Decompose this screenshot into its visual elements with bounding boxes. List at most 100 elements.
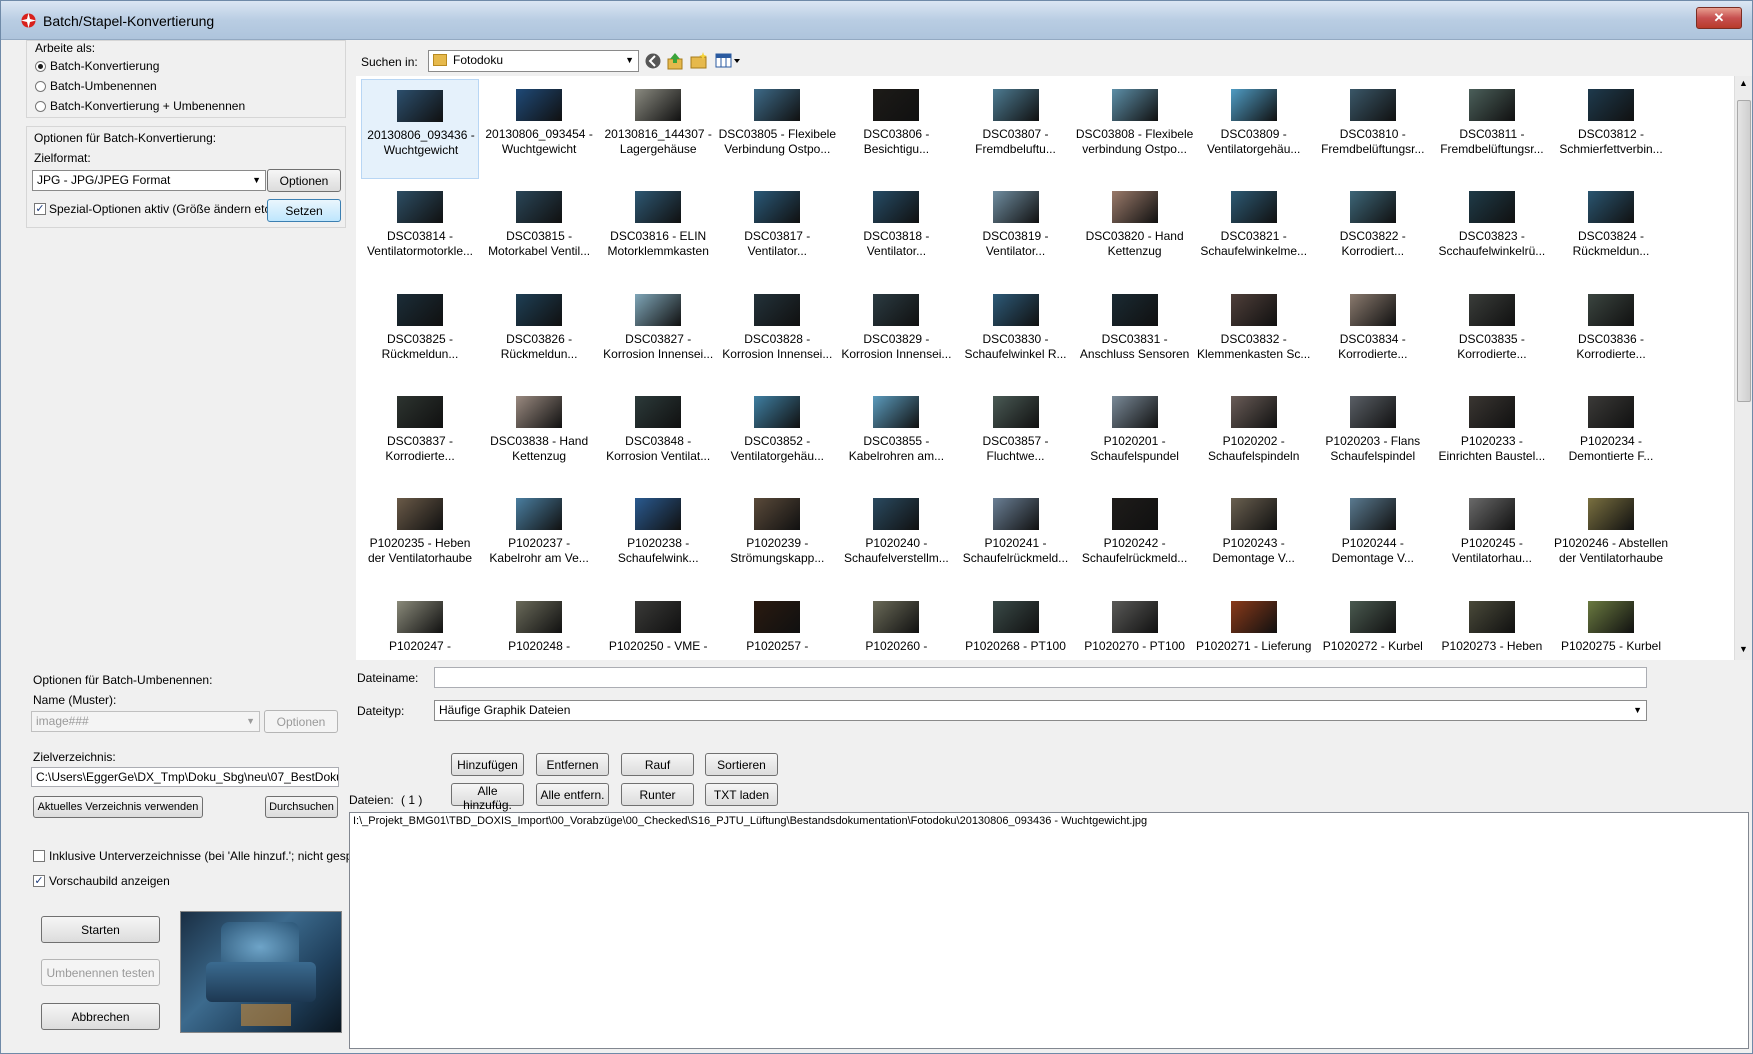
filetype-select[interactable]: Häufige Graphik Dateien ▼ [434, 700, 1647, 721]
thumbnail-item[interactable]: DSC03832 - Klemmenkasten Sc... [1195, 284, 1313, 384]
thumbnail-item[interactable]: DSC03815 - Motorkabel Ventil... [480, 181, 598, 281]
thumbnail-item[interactable]: DSC03806 - Besichtigu... [837, 79, 955, 179]
show-preview-checkbox[interactable]: ✓ [33, 875, 45, 887]
thumbnail-item[interactable]: DSC03827 - Korrosion Innensei... [599, 284, 717, 384]
thumbnail-item[interactable]: DSC03855 - Kabelrohren am... [837, 386, 955, 486]
thumbnail-item[interactable]: DSC03821 - Schaufelwinkelme... [1195, 181, 1313, 281]
thumbnail-item[interactable]: P1020271 - Lieferung [1195, 591, 1313, 661]
thumbnail-item[interactable]: DSC03837 - Korrodierte... [361, 386, 479, 486]
thumbnail-item[interactable]: DSC03834 - Korrodierte... [1314, 284, 1432, 384]
thumbnail-item[interactable]: P1020257 - [718, 591, 836, 661]
thumbnail-item[interactable]: DSC03831 - Anschluss Sensoren [1076, 284, 1194, 384]
thumbnail-item[interactable]: P1020203 - Flans Schaufelspindel [1314, 386, 1432, 486]
thumbnail-item[interactable]: DSC03807 - Fremdbeluftu... [957, 79, 1075, 179]
add-all-button[interactable]: Alle hinzufüg. [451, 783, 524, 812]
start-button[interactable]: Starten [41, 916, 160, 943]
filename-input[interactable] [434, 667, 1647, 688]
thumbnail-item[interactable]: DSC03830 - Schaufelwinkel R... [957, 284, 1075, 384]
thumbnail-item[interactable]: P1020270 - PT100 [1076, 591, 1194, 661]
thumbnail-item[interactable]: P1020260 - [837, 591, 955, 661]
thumbnail-item[interactable]: DSC03818 - Ventilator... [837, 181, 955, 281]
thumbnail-item[interactable]: P1020239 - Strömungskapp... [718, 488, 836, 588]
thumbnail-item[interactable]: P1020234 - Demontierte F... [1552, 386, 1670, 486]
thumbnail-item[interactable]: DSC03829 - Korrosion Innensei... [837, 284, 955, 384]
thumbnail-item[interactable]: DSC03857 - Fluchtwe... [957, 386, 1075, 486]
thumbnail-item[interactable]: DSC03825 - Rückmeldun... [361, 284, 479, 384]
special-options-label[interactable]: Spezial-Optionen aktiv (Größe ändern etc… [49, 202, 278, 216]
sort-button[interactable]: Sortieren [705, 753, 778, 776]
add-button[interactable]: Hinzufügen [451, 753, 524, 776]
special-options-checkbox[interactable]: ✓ [34, 203, 46, 215]
test-rename-button[interactable]: Umbenennen testen [41, 959, 160, 986]
scroll-down-icon[interactable]: ▼ [1739, 644, 1748, 654]
new-folder-icon[interactable] [689, 51, 709, 71]
thumbnail-item[interactable]: P1020272 - Kurbel [1314, 591, 1432, 661]
remove-all-button[interactable]: Alle entfern. [536, 783, 609, 806]
scrollbar-thumb[interactable] [1737, 100, 1751, 402]
remove-button[interactable]: Entfernen [536, 753, 609, 776]
thumbnail-item[interactable]: P1020273 - Heben [1433, 591, 1551, 661]
radio-batch-rename-label[interactable]: Batch-Umbenennen [50, 79, 157, 93]
browse-button[interactable]: Durchsuchen [265, 796, 338, 818]
thumbnail-item[interactable]: DSC03838 - Hand Kettenzug [480, 386, 598, 486]
thumbnail-item[interactable]: P1020247 - [361, 591, 479, 661]
thumbnail-item[interactable]: DSC03810 - Fremdbelüftungsr... [1314, 79, 1432, 179]
target-format-select[interactable]: JPG - JPG/JPEG Format ▼ [32, 170, 266, 191]
thumbnail-item[interactable]: DSC03816 - ELIN Motorklemmkasten [599, 181, 717, 281]
thumbnail-item[interactable]: DSC03836 - Korrodierte... [1552, 284, 1670, 384]
thumbnail-item[interactable]: DSC03820 - Hand Kettenzug [1076, 181, 1194, 281]
thumbnail-item[interactable]: P1020233 - Einrichten Baustel... [1433, 386, 1551, 486]
thumbnail-item[interactable]: P1020243 - Demontage V... [1195, 488, 1313, 588]
thumbnail-item[interactable]: P1020244 - Demontage V... [1314, 488, 1432, 588]
thumbnail-item[interactable]: DSC03852 - Ventilatorgehäu... [718, 386, 836, 486]
thumbnail-item[interactable]: P1020242 - Schaufelrückmeld... [1076, 488, 1194, 588]
radio-batch-conversion-label[interactable]: Batch-Konvertierung [50, 59, 159, 73]
target-dir-input[interactable]: C:\Users\EggerGe\DX_Tmp\Doku_Sbg\neu\07_… [31, 767, 339, 787]
up-button[interactable]: Rauf [621, 753, 694, 776]
thumbnail-item[interactable]: P1020237 - Kabelrohr am Ve... [480, 488, 598, 588]
thumbnail-item[interactable]: DSC03822 - Korrodiert... [1314, 181, 1432, 281]
thumbnail-item[interactable]: DSC03826 - Rückmeldun... [480, 284, 598, 384]
thumbnail-item[interactable]: DSC03828 - Korrosion Innensei... [718, 284, 836, 384]
cancel-button[interactable]: Abbrechen [41, 1003, 160, 1030]
close-button[interactable]: ✕ [1696, 7, 1742, 29]
radio-batch-rename[interactable] [35, 81, 46, 92]
thumbnail-item[interactable]: DSC03823 - Scchaufelwinkelrü... [1433, 181, 1551, 281]
thumbnail-item[interactable]: P1020250 - VME - [599, 591, 717, 661]
thumbnail-item[interactable]: P1020275 - Kurbel [1552, 591, 1670, 661]
thumbnail-item[interactable]: DSC03835 - Korrodierte... [1433, 284, 1551, 384]
thumbnail-item[interactable]: P1020241 - Schaufelrückmeld... [957, 488, 1075, 588]
thumbnail-item[interactable]: P1020268 - PT100 [957, 591, 1075, 661]
thumbnail-item[interactable]: P1020202 - Schaufelspindeln [1195, 386, 1313, 486]
scroll-up-icon[interactable]: ▲ [1739, 78, 1748, 88]
radio-batch-conversion-rename[interactable] [35, 101, 46, 112]
thumbnail-item[interactable]: DSC03811 - Fremdbelüftungsr... [1433, 79, 1551, 179]
title-bar[interactable]: Batch/Stapel-Konvertierung ✕ [1, 1, 1752, 40]
thumbnail-scrollbar[interactable]: ▲ ▼ [1734, 76, 1752, 660]
radio-batch-conversion[interactable] [35, 61, 46, 72]
thumbnail-item[interactable]: DSC03805 - Flexibele Verbindung Ostpo... [718, 79, 836, 179]
thumbnail-item[interactable]: DSC03812 - Schmierfettverbin... [1552, 79, 1670, 179]
thumbnail-item[interactable]: 20130806_093454 - Wuchtgewicht [480, 79, 598, 179]
thumbnail-item[interactable]: P1020235 - Heben der Ventilatorhaube [361, 488, 479, 588]
thumbnail-item[interactable]: 20130806_093436 - Wuchtgewicht [361, 79, 479, 179]
use-current-dir-button[interactable]: Aktuelles Verzeichnis verwenden [33, 796, 203, 818]
load-txt-button[interactable]: TXT laden [705, 783, 778, 806]
thumbnail-grid[interactable]: 20130806_093436 - Wuchtgewicht 20130806_09… [356, 76, 1734, 660]
thumbnail-item[interactable]: DSC03824 - Rückmeldun... [1552, 181, 1670, 281]
set-button[interactable]: Setzen [267, 199, 341, 222]
thumbnail-item[interactable]: P1020240 - Schaufelverstellm... [837, 488, 955, 588]
thumbnail-item[interactable]: P1020245 - Ventilatorhau... [1433, 488, 1551, 588]
files-listbox[interactable]: I:\_Projekt_BMG01\TBD_DOXIS_Import\00_Vo… [349, 812, 1749, 1049]
format-options-button[interactable]: Optionen [267, 169, 341, 192]
thumbnail-item[interactable]: P1020201 - Schaufelspundel [1076, 386, 1194, 486]
thumbnail-item[interactable]: P1020238 - Schaufelwink... [599, 488, 717, 588]
include-subdirs-checkbox[interactable] [33, 850, 45, 862]
rename-options-button[interactable]: Optionen [264, 710, 338, 733]
thumbnail-item[interactable]: 20130816_144307 - Lagergehäuse [599, 79, 717, 179]
view-menu-icon[interactable] [715, 53, 743, 69]
up-folder-icon[interactable] [666, 51, 684, 71]
down-button[interactable]: Runter [621, 783, 694, 806]
thumbnail-item[interactable]: DSC03848 - Korrosion Ventilat... [599, 386, 717, 486]
thumbnail-item[interactable]: P1020246 - Abstellen der Ventilatorhaube [1552, 488, 1670, 588]
